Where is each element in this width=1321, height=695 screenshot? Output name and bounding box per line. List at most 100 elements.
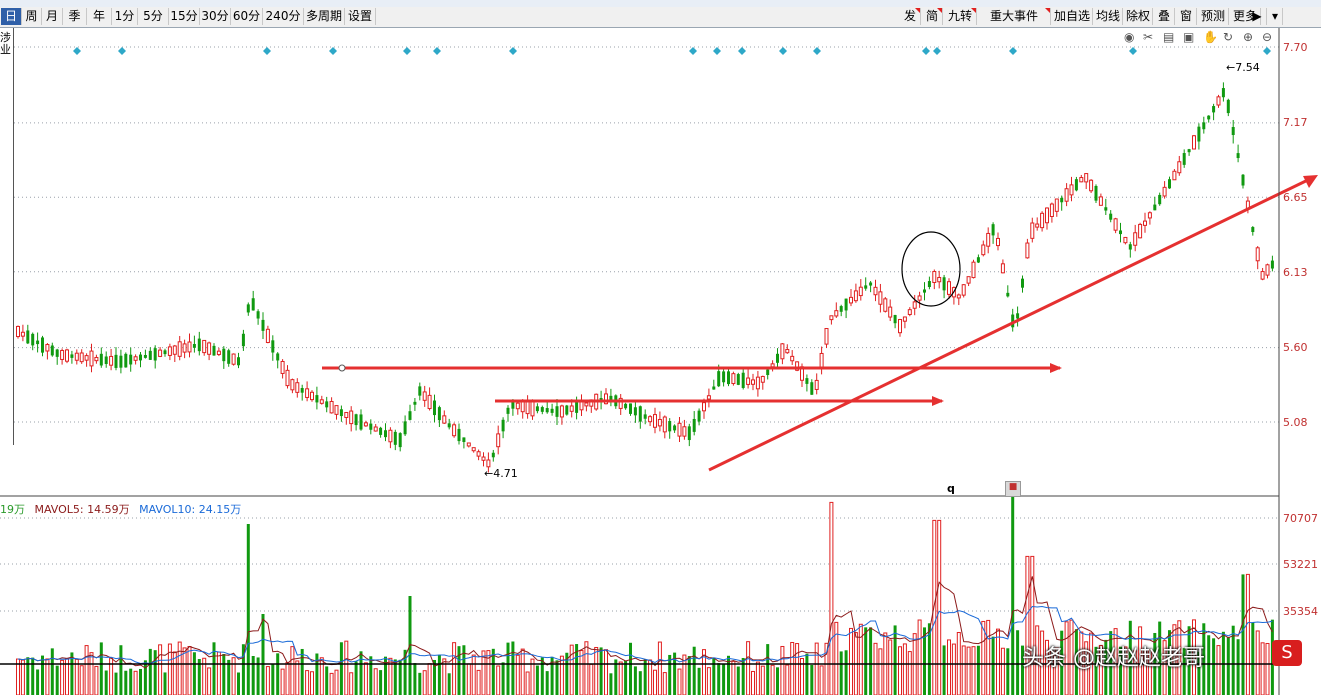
volume-bar — [20, 659, 25, 695]
volume-bar — [614, 659, 618, 695]
candle-body — [697, 410, 701, 422]
candle-body — [359, 414, 363, 430]
candle-body — [540, 407, 544, 412]
volume-bar — [55, 665, 59, 695]
candle-body — [119, 355, 123, 368]
volume-bar — [427, 663, 432, 695]
candle-body — [192, 343, 196, 348]
candle-body — [1025, 242, 1030, 259]
candle-body — [755, 376, 760, 390]
candle-body — [1153, 204, 1157, 211]
mavol5-value: MAVOL5: 14.59万 — [34, 503, 130, 516]
highlight-circle — [901, 231, 961, 307]
event-marker-icon[interactable]: ■ — [1005, 481, 1021, 497]
volume-bar — [805, 653, 809, 695]
candle-body — [858, 286, 863, 297]
volume-bar — [599, 647, 603, 695]
volume-bar — [795, 643, 800, 695]
price-tick-label: 6.13 — [1283, 266, 1308, 279]
candle-body — [902, 316, 907, 322]
candle-body — [212, 345, 216, 356]
candle-body — [1113, 218, 1118, 231]
volume-bar — [604, 649, 608, 695]
volume-bar — [163, 672, 167, 695]
volume-bar — [325, 666, 329, 695]
volume-bar — [776, 667, 779, 695]
candle-body — [932, 271, 937, 283]
volume-bar — [182, 647, 187, 695]
candle-body — [853, 290, 858, 302]
candle-body — [133, 356, 138, 361]
kline-chart-svg — [0, 28, 1318, 695]
candle-body — [638, 406, 642, 422]
volume-bar — [1212, 638, 1216, 695]
candle-body — [462, 437, 466, 443]
candle-body — [437, 407, 441, 421]
candle-body — [736, 374, 740, 385]
candle-body — [883, 298, 888, 312]
volume-bar — [354, 661, 358, 695]
candle-body — [942, 277, 946, 291]
candle-body — [1049, 203, 1054, 217]
candle-body — [1172, 170, 1177, 181]
volume-bar — [496, 665, 501, 695]
volume-bar — [907, 651, 912, 695]
volume-bar — [99, 642, 103, 695]
volume-bar — [60, 659, 65, 695]
candle-body — [94, 356, 99, 362]
volume-bar — [942, 645, 946, 695]
candle-body — [966, 276, 971, 284]
signal-diamond — [738, 47, 746, 55]
candle-body — [1143, 220, 1147, 226]
volume-bar — [579, 650, 584, 695]
candle-body — [706, 395, 711, 400]
candle-body — [648, 416, 653, 423]
volume-grid — [0, 517, 1279, 612]
volume-bar — [1011, 493, 1015, 695]
volume-bar — [624, 660, 628, 695]
volume-bar — [584, 641, 589, 695]
volume-bar — [26, 657, 30, 695]
volume-tick-label: 70707 — [1283, 512, 1318, 525]
watermark-logo: S — [1272, 640, 1302, 666]
candle-body — [167, 346, 172, 356]
candle-body — [717, 371, 721, 387]
event-marker-q[interactable]: q — [947, 482, 955, 495]
candle-body — [114, 354, 118, 368]
candle-body — [1231, 127, 1235, 136]
candle-body — [996, 237, 1000, 247]
volume-bar — [329, 672, 334, 695]
candle-body — [31, 333, 35, 346]
candle-body — [1202, 122, 1206, 130]
candle-body — [702, 402, 706, 412]
candle-body — [26, 330, 30, 344]
volume-bar — [520, 648, 525, 695]
candle-body — [1060, 197, 1064, 203]
volume-bar — [94, 665, 99, 695]
candle-body — [1255, 247, 1260, 262]
candle-body — [1035, 223, 1040, 228]
candle-body — [511, 401, 515, 409]
candle-body — [227, 350, 231, 364]
candle-body — [986, 232, 991, 247]
candle-body — [276, 353, 280, 361]
candle-body — [584, 402, 589, 407]
candle-body — [1054, 198, 1059, 212]
candle-body — [530, 399, 535, 417]
volume-bar — [766, 644, 770, 695]
low-price-label: ←4.71 — [484, 467, 518, 480]
signal-diamond — [1009, 47, 1017, 55]
candle-body — [785, 348, 790, 354]
volume-bar — [687, 656, 691, 695]
volume-bar — [976, 645, 980, 695]
candle-body — [148, 350, 152, 360]
candle-body — [565, 405, 569, 415]
candle-body — [741, 372, 745, 388]
candle-body — [369, 423, 373, 430]
candle-body — [104, 356, 108, 364]
volume-bar — [158, 644, 163, 695]
volume-bar — [295, 660, 300, 695]
candle-body — [633, 407, 637, 416]
volume-bar — [697, 667, 701, 695]
volume-bar — [594, 646, 599, 695]
